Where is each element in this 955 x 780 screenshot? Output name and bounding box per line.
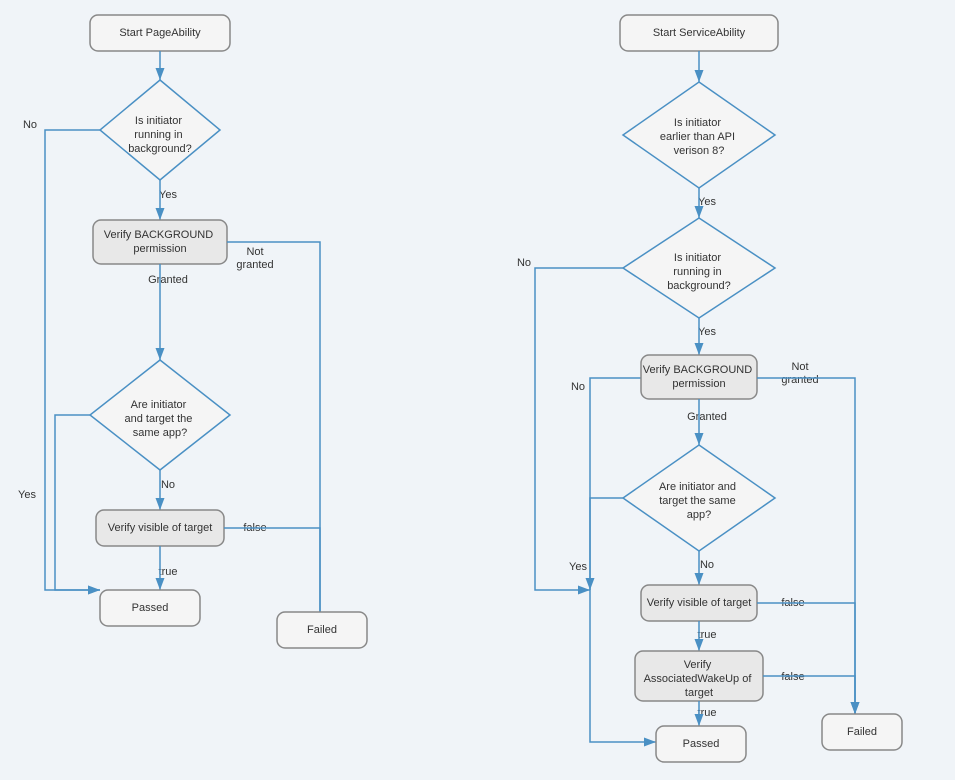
- left-diamond-1-label: Is initiator running in background?: [128, 115, 192, 155]
- left-verify-visible-label: Verify visible of target: [108, 522, 213, 534]
- right-verify-visible-label: Verify visible of target: [647, 597, 752, 609]
- left-yes-path: [55, 415, 100, 590]
- right-false-path: [757, 603, 855, 714]
- left-no-path: [45, 130, 100, 590]
- left-granted: Granted: [148, 274, 188, 286]
- diagram-container: Start PageAbility Is initiator running i…: [0, 0, 955, 780]
- right-granted: Granted: [687, 411, 727, 423]
- left-failed-label: Failed: [307, 624, 337, 636]
- left-diamond-2-label: Are initiator and target the same app?: [125, 399, 196, 439]
- left-no-2: No: [161, 479, 175, 491]
- right-diamond-bg-label: Is initiator running in background?: [667, 252, 731, 292]
- left-yes-2: Yes: [18, 489, 36, 501]
- right-no-verify: No: [571, 381, 585, 393]
- right-no-bg-path: [535, 268, 623, 590]
- right-true-wakeup: true: [698, 707, 717, 719]
- right-no-verify-path: [590, 378, 641, 590]
- left-passed-label: Passed: [132, 602, 169, 614]
- right-yes-bg: Yes: [698, 326, 716, 338]
- right-notgranted-path: [757, 378, 855, 714]
- right-false-wakeup: false: [781, 671, 804, 683]
- right-not-granted: Not: [791, 361, 808, 373]
- left-notgranted-path: [227, 242, 320, 630]
- left-true-label: true: [159, 566, 178, 578]
- right-yes-api: Yes: [698, 196, 716, 208]
- left-no-1: No: [23, 119, 37, 131]
- right-not-granted-2: granted: [781, 374, 818, 386]
- right-passed-label: Passed: [683, 738, 720, 750]
- left-not-granted-2: granted: [236, 259, 273, 271]
- right-start-label: Start ServiceAbility: [653, 27, 746, 39]
- right-yes-same: Yes: [569, 561, 587, 573]
- left-not-granted: Not: [246, 246, 263, 258]
- left-yes-1: Yes: [159, 189, 177, 201]
- left-start-label: Start PageAbility: [119, 27, 201, 39]
- right-failed-label: Failed: [847, 726, 877, 738]
- right-no-same: No: [700, 559, 714, 571]
- right-no-bg: No: [517, 257, 531, 269]
- right-false-wakeup-path: [763, 676, 855, 714]
- right-true-visible: true: [698, 629, 717, 641]
